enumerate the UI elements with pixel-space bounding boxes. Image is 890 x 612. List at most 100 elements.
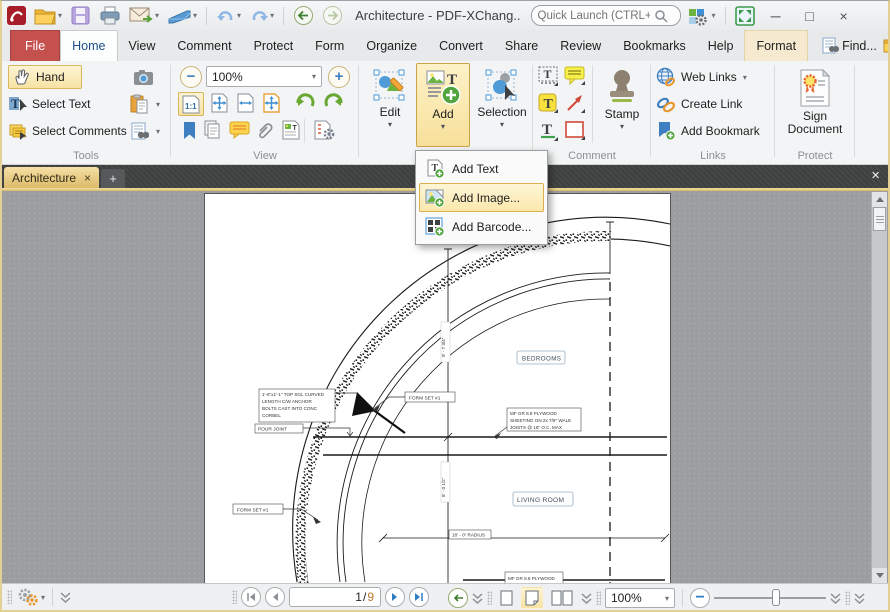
- tab-home[interactable]: Home: [60, 30, 117, 61]
- document-tab-architecture[interactable]: Architecture ×: [4, 167, 99, 188]
- find-button[interactable]: Find...: [822, 37, 877, 55]
- ui-options-button[interactable]: ▾: [685, 4, 718, 28]
- save-button[interactable]: [68, 3, 93, 28]
- arrow-tool-button[interactable]: [564, 92, 586, 114]
- tab-help[interactable]: Help: [697, 30, 745, 61]
- new-document-tab-button[interactable]: +: [101, 169, 125, 188]
- tab-bookmarks[interactable]: Bookmarks: [612, 30, 697, 61]
- tab-file[interactable]: File: [10, 30, 60, 61]
- edit-button[interactable]: Edit ▾: [367, 63, 413, 147]
- first-page-button[interactable]: [241, 587, 261, 607]
- undo-button[interactable]: ▾: [214, 5, 243, 26]
- document-view[interactable]: 1'-6"x1'-1" TOP SGL CURVED LENGTH C/W AN…: [2, 191, 888, 584]
- toolbar-grip[interactable]: [487, 591, 492, 605]
- continuous-layout-button[interactable]: [521, 587, 543, 609]
- toolbar-grip[interactable]: [232, 590, 237, 604]
- previous-view-button[interactable]: [448, 588, 468, 608]
- redo-button[interactable]: ▾: [247, 5, 276, 26]
- hand-tool-button[interactable]: Hand: [8, 65, 82, 89]
- zoom-combo-arrow[interactable]: ▾: [312, 72, 316, 81]
- pane-options-button[interactable]: [312, 119, 338, 141]
- forward-button[interactable]: [320, 3, 345, 28]
- close-pane-icon[interactable]: ×: [871, 167, 880, 184]
- selection-dropdown-arrow[interactable]: ▾: [500, 120, 504, 129]
- zoom-options-chevrons[interactable]: [830, 593, 841, 604]
- web-links-button[interactable]: Web Links ▾: [656, 65, 747, 89]
- tab-form[interactable]: Form: [304, 30, 355, 61]
- attachments-pane-button[interactable]: [254, 119, 276, 141]
- create-link-button[interactable]: Create Link: [656, 92, 742, 116]
- more-tools-chevrons[interactable]: [854, 593, 865, 604]
- minimize-button[interactable]: ─: [761, 8, 791, 24]
- tab-format[interactable]: Format: [744, 30, 808, 61]
- undo-dropdown-arrow[interactable]: ▾: [237, 11, 241, 20]
- paste-dropdown-arrow[interactable]: ▾: [156, 100, 160, 109]
- scan-button[interactable]: ▾: [165, 5, 199, 27]
- toolbar-grip[interactable]: [596, 591, 601, 605]
- paste-button[interactable]: ▾: [128, 92, 160, 116]
- sign-document-button[interactable]: Sign Document: [782, 63, 848, 147]
- content-pane-button[interactable]: T: [280, 119, 302, 141]
- close-button[interactable]: ×: [829, 8, 859, 24]
- find-dropdown-arrow[interactable]: ▾: [156, 127, 160, 136]
- bookmarks-pane-button[interactable]: [178, 119, 200, 141]
- redo-dropdown-arrow[interactable]: ▾: [270, 11, 274, 20]
- open-file-button[interactable]: ▾: [31, 4, 64, 28]
- select-comments-button[interactable]: Select Comments: [8, 119, 127, 143]
- scroll-up-button[interactable]: [872, 192, 887, 207]
- tab-organize[interactable]: Organize: [355, 30, 428, 61]
- ui-options-dropdown-arrow[interactable]: ▾: [712, 11, 716, 20]
- menu-item-add-image[interactable]: Add Image...: [419, 183, 544, 212]
- highlight-text-tool-button[interactable]: T: [537, 92, 559, 114]
- maximize-button[interactable]: □: [795, 8, 825, 24]
- sticky-note-tool-button[interactable]: [564, 65, 586, 87]
- pdf-page[interactable]: 1'-6"x1'-1" TOP SGL CURVED LENGTH C/W AN…: [205, 194, 670, 584]
- status-zoom-combo[interactable]: 100%▾: [605, 588, 675, 608]
- last-page-button[interactable]: [409, 587, 429, 607]
- back-button[interactable]: [291, 3, 316, 28]
- tab-share[interactable]: Share: [494, 30, 549, 61]
- status-options-button[interactable]: ▾: [16, 587, 45, 607]
- typewriter-tool-button[interactable]: T: [537, 65, 559, 87]
- rectangle-tool-button[interactable]: [564, 119, 586, 141]
- next-page-button[interactable]: [385, 587, 405, 607]
- edit-dropdown-arrow[interactable]: ▾: [388, 120, 392, 129]
- layout-options-chevrons[interactable]: [581, 593, 592, 604]
- rotate-cw-button[interactable]: [322, 92, 344, 114]
- fit-page-button[interactable]: [208, 92, 230, 114]
- zoom-level-combo[interactable]: 100%▾: [206, 66, 322, 87]
- tab-review[interactable]: Review: [549, 30, 612, 61]
- tab-protect[interactable]: Protect: [243, 30, 305, 61]
- status-zoom-out-button[interactable]: −: [690, 588, 710, 608]
- toolbar-grip[interactable]: [7, 590, 12, 604]
- zoom-slider-handle[interactable]: [772, 589, 780, 606]
- search-in-files-button[interactable]: [883, 37, 890, 54]
- find-tool-button[interactable]: ▾: [128, 119, 160, 143]
- two-page-layout-button[interactable]: [547, 587, 577, 609]
- tab-view[interactable]: View: [118, 30, 167, 61]
- thumbnails-pane-button[interactable]: [202, 119, 224, 141]
- page-number-field[interactable]: 1/9: [289, 587, 381, 607]
- document-tab-close-icon[interactable]: ×: [84, 171, 91, 185]
- tab-convert[interactable]: Convert: [428, 30, 494, 61]
- open-dropdown-arrow[interactable]: ▾: [58, 11, 62, 20]
- print-button[interactable]: [97, 3, 123, 28]
- quick-launch-input[interactable]: [538, 10, 650, 22]
- scroll-down-button[interactable]: [872, 568, 887, 583]
- tab-comment[interactable]: Comment: [166, 30, 242, 61]
- add-dropdown-arrow[interactable]: ▾: [441, 122, 445, 131]
- add-bookmark-button[interactable]: Add Bookmark: [656, 119, 760, 143]
- fit-visible-button[interactable]: [260, 92, 282, 114]
- quick-launch-box[interactable]: [531, 5, 681, 26]
- expand-toolbar-chevrons[interactable]: [60, 592, 71, 603]
- fit-width-button[interactable]: [234, 92, 256, 114]
- menu-item-add-text[interactable]: T Add Text: [419, 154, 544, 183]
- web-links-dropdown-arrow[interactable]: ▾: [743, 73, 747, 82]
- menu-item-add-barcode[interactable]: Add Barcode...: [419, 212, 544, 241]
- snapshot-button[interactable]: [132, 65, 154, 89]
- select-text-button[interactable]: T Select Text: [8, 92, 90, 116]
- fullscreen-button[interactable]: [733, 4, 757, 28]
- status-zoom-arrow[interactable]: ▾: [665, 594, 669, 603]
- scrollbar-thumb[interactable]: [873, 207, 886, 231]
- stamp-dropdown-arrow[interactable]: ▾: [620, 122, 624, 131]
